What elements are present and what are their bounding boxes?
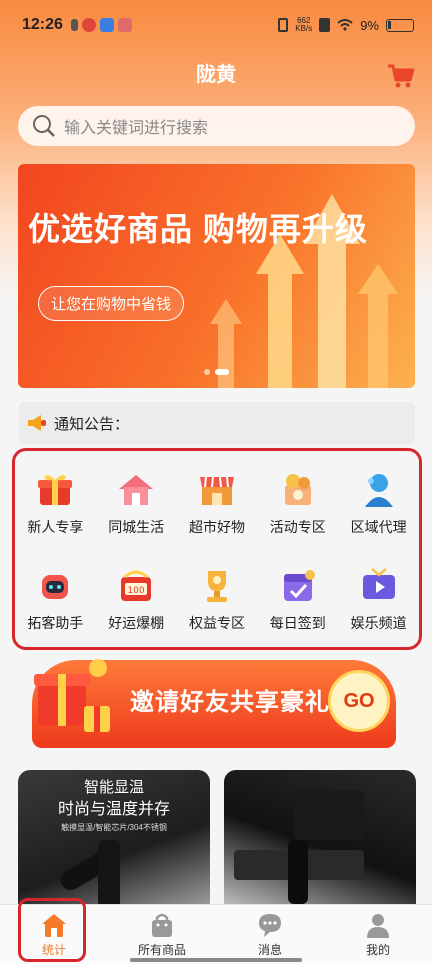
category-item-supermarket[interactable]: 超市好物 — [177, 455, 258, 551]
status-time: 12:26 — [22, 16, 63, 33]
megaphone-icon — [28, 415, 46, 431]
category-item-new-user[interactable]: 新人专享 — [15, 455, 96, 551]
search-bar[interactable]: 输入关键词进行搜索 — [18, 106, 415, 146]
thermos-bottle-graphic — [234, 790, 364, 904]
tab-mine[interactable]: 我的 — [324, 905, 432, 964]
tab-all-products[interactable]: 所有商品 — [108, 905, 216, 964]
invite-banner-text: 邀请好友共享豪礼 — [130, 689, 330, 716]
category-item-daily-checkin[interactable]: 每日签到 — [257, 551, 338, 647]
status-right: 662 KB/s 9% — [278, 17, 414, 33]
notice-label: 通知公告： — [54, 415, 130, 433]
banner-pagination — [204, 369, 229, 375]
app-notification-icon — [117, 18, 132, 32]
weibo-icon — [81, 18, 96, 32]
product-card[interactable] — [224, 770, 416, 904]
gift-box-icon — [38, 474, 73, 505]
robot-icon — [42, 575, 69, 599]
banner-arrows-graphic — [210, 194, 398, 388]
status-notification-icons — [70, 18, 132, 32]
page-title: 陇黄 — [196, 64, 236, 86]
store-icon — [199, 476, 234, 505]
gift-graphic — [34, 659, 110, 732]
tab-messages[interactable]: 消息 — [216, 905, 324, 964]
category-item-activity[interactable]: 活动专区 — [257, 455, 338, 551]
nosim-icon — [319, 18, 331, 32]
product-title: 智能显温 — [83, 779, 144, 796]
trophy-icon — [206, 571, 227, 602]
sim-icon — [70, 19, 78, 31]
coin-box-icon — [284, 474, 311, 505]
vibrate-icon — [278, 18, 289, 32]
search-input[interactable]: 输入关键词进行搜索 — [64, 114, 208, 138]
banner-tagline: 让您在购物中省钱 — [38, 286, 185, 321]
battery-icon — [386, 18, 414, 32]
app-notification-icon — [99, 18, 114, 32]
banner-dot[interactable] — [204, 369, 210, 375]
banner-dot-active[interactable] — [215, 369, 229, 375]
tv-play-icon — [362, 568, 395, 599]
category-grid: 新人专享 同城生活 超市好物 活动专区 区域代理 拓客助手 100 好运爆棚 权… — [12, 448, 422, 650]
shopping-bag-icon — [152, 913, 172, 937]
category-item-entertainment[interactable]: 娱乐频道 — [338, 551, 419, 647]
chat-bubble-icon — [259, 914, 281, 937]
product-features: 触摸显温/智能芯片/304不锈钢 — [61, 823, 167, 832]
active-tab-highlight — [18, 898, 86, 962]
notice-bar[interactable]: 通知公告： — [18, 402, 415, 444]
svg-text:100: 100 — [128, 586, 145, 596]
category-item-local-life[interactable]: 同城生活 — [96, 455, 177, 551]
invite-friends-banner[interactable]: 邀请好友共享豪礼 GO — [32, 652, 400, 752]
product-card[interactable]: 智能显温 时尚与温度并存 触摸显温/智能芯片/304不锈钢 — [18, 770, 210, 904]
category-item-benefits[interactable]: 权益专区 — [177, 551, 258, 647]
home-indicator[interactable] — [130, 958, 302, 962]
banner-title: 优选好商品 购物再升级 — [28, 211, 368, 247]
wifi-icon — [337, 19, 353, 31]
status-bar: 12:26 662 KB/s 9% — [0, 0, 432, 50]
promo-banner[interactable]: 优选好商品 购物再升级 让您在购物中省钱 — [18, 164, 415, 388]
category-item-good-luck[interactable]: 100 好运爆棚 — [96, 551, 177, 647]
lucky-draw-icon: 100 — [121, 570, 152, 601]
category-item-customer-assistant[interactable]: 拓客助手 — [15, 551, 96, 647]
product-subtitle: 时尚与温度并存 — [57, 801, 170, 818]
agent-person-icon — [364, 474, 393, 507]
user-icon — [367, 914, 389, 938]
search-icon — [33, 115, 55, 137]
go-button[interactable]: GO — [328, 670, 390, 732]
category-item-agent[interactable]: 区域代理 — [338, 455, 419, 551]
battery-level: 9% — [360, 17, 379, 33]
network-speed: 662 KB/s — [295, 16, 313, 33]
house-icon — [119, 475, 154, 505]
shopping-cart-icon[interactable] — [386, 61, 416, 91]
calendar-checkin-icon — [283, 570, 315, 601]
